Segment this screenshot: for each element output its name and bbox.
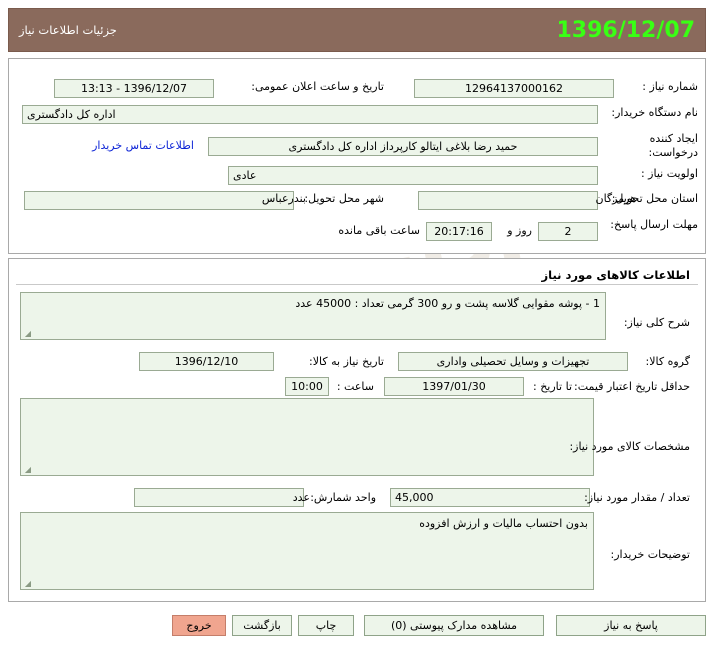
field-deadline: مهلت ارسال پاسخ: — [608, 218, 698, 232]
quantity-value[interactable]: 45,000 — [390, 488, 590, 507]
creator-label: ایجاد کننده درخواست: — [648, 132, 698, 159]
group-value[interactable]: تجهیزات و وسایل تحصیلی واداری — [398, 352, 628, 371]
deadline-time-value[interactable]: 20:17:16 — [426, 222, 492, 241]
summary-label: شرح کلی نیاز: — [623, 316, 690, 329]
deadline-time-suffix: ساعت باقی مانده — [338, 224, 420, 237]
header-date: 1396/12/07 — [556, 17, 695, 43]
summary-text: 1 - پوشه مقوایی گلاسه پشت و رو 300 گرمی … — [295, 297, 600, 310]
price-valid-time-value[interactable]: 10:00 — [285, 377, 329, 396]
city-value-text: بندرعباس — [261, 192, 306, 205]
field-city: شهر محل تحویل: — [304, 192, 384, 206]
field-need-number: شماره نیاز : — [642, 80, 698, 94]
buyer-notes-text: بدون احتساب مالیات و ارزش افزوده — [419, 517, 588, 530]
summary-value[interactable]: 1 - پوشه مقوایی گلاسه پشت و رو 300 گرمی … — [20, 292, 606, 340]
field-creator: ایجاد کننده درخواست: — [613, 132, 698, 160]
creator-value[interactable]: حمید رضا بلاغی ایتالو کارپرداز اداره کل … — [208, 137, 598, 156]
group-label: گروه کالا: — [645, 355, 690, 368]
buyer-contact-link[interactable]: اطلاعات تماس خریدار — [92, 139, 194, 152]
items-section-title: اطلاعات کالاهای مورد نیاز — [541, 268, 690, 282]
price-valid-time-label: ساعت : — [336, 380, 374, 393]
province-value-text: هرمزگان — [595, 192, 637, 205]
province-value[interactable]: هرمزگان — [418, 191, 598, 210]
deadline-label: مهلت ارسال پاسخ: — [610, 218, 698, 231]
field-buyer-org: نام دستگاه خریدار: — [611, 106, 698, 120]
page-title: جزئیات اطلاعات نیاز — [19, 23, 117, 37]
announce-datetime-label: تاریخ و ساعت اعلان عمومی: — [251, 80, 384, 93]
need-number-value[interactable]: 12964137000162 — [414, 79, 614, 98]
field-announce-datetime: تاریخ و ساعت اعلان عمومی: — [251, 80, 384, 94]
specs-value[interactable]: ◢ — [20, 398, 594, 476]
deadline-days-suffix: روز و — [507, 224, 532, 237]
city-value[interactable]: بندرعباس — [24, 191, 294, 210]
price-valid-label: حداقل تاریخ اعتبار قیمت: — [574, 380, 690, 393]
need-date-value[interactable]: 1396/12/10 — [139, 352, 274, 371]
field-priority: اولویت نیاز : — [641, 167, 698, 181]
buyer-notes-label: توضیحات خریدار: — [610, 548, 691, 561]
priority-label: اولویت نیاز : — [640, 167, 698, 180]
need-date-label: تاریخ نیاز به کالا: — [309, 355, 384, 368]
back-button[interactable]: بازگشت — [232, 615, 292, 636]
need-number-label: شماره نیاز : — [642, 80, 698, 93]
deadline-days-value[interactable]: 2 — [538, 222, 598, 241]
unit-value[interactable]: عدد — [134, 488, 304, 507]
priority-value[interactable]: عادی — [228, 166, 598, 185]
resize-grip-icon: ◢ — [24, 329, 31, 338]
specs-label: مشخصات کالای مورد نیاز: — [569, 440, 690, 453]
city-label: شهر محل تحویل: — [304, 192, 384, 205]
resize-grip-icon: ◢ — [24, 465, 31, 474]
buyer-org-value[interactable]: اداره کل دادگستری — [22, 105, 598, 124]
buyer-org-label: نام دستگاه خریدار: — [611, 106, 698, 119]
print-button[interactable]: چاپ — [298, 615, 354, 636]
respond-button[interactable]: پاسخ به نیاز — [556, 615, 706, 636]
footer-toolbar: پاسخ به نیاز مشاهده مدارک پیوستی (0) چاپ… — [8, 608, 706, 648]
resize-grip-icon: ◢ — [24, 579, 31, 588]
exit-button[interactable]: خروج — [172, 615, 226, 636]
page-root: 1396/12/07 جزئیات اطلاعات نیاز اداره ارت… — [0, 0, 714, 654]
unit-label: واحد شمارش: — [310, 491, 376, 504]
section-divider — [16, 284, 698, 285]
announce-datetime-value[interactable]: 1396/12/07 - 13:13 — [54, 79, 214, 98]
app-header: 1396/12/07 جزئیات اطلاعات نیاز — [8, 8, 706, 52]
unit-value-text: عدد — [292, 491, 310, 504]
price-valid-to-label: تا تاریخ : — [533, 380, 572, 393]
buyer-notes-value[interactable]: بدون احتساب مالیات و ارزش افزوده ◢ — [20, 512, 594, 590]
quantity-label: تعداد / مقدار مورد نیاز: — [584, 491, 690, 504]
price-valid-to-value[interactable]: 1397/01/30 — [384, 377, 524, 396]
attachments-button[interactable]: مشاهده مدارک پیوستی (0) — [364, 615, 544, 636]
